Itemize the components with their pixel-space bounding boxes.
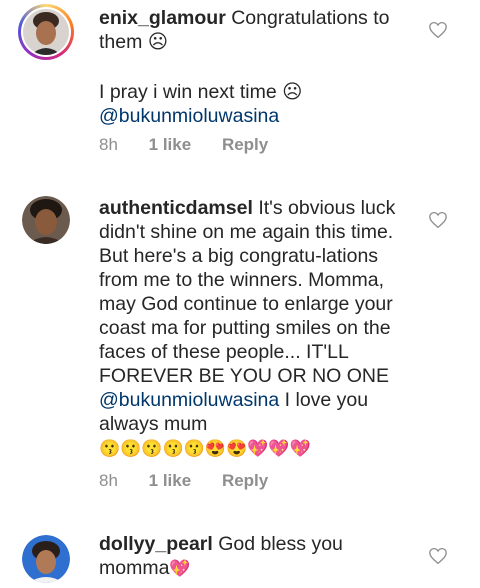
avatar[interactable] <box>18 4 74 60</box>
comment-text: authenticdamsel It's obvious luck didn't… <box>99 196 417 460</box>
heart-outline-icon[interactable] <box>428 21 448 39</box>
avatar[interactable] <box>22 196 70 244</box>
emoji: 💖 <box>169 559 191 578</box>
emoji-string: 😗😗😗😗😗😍😍💖💖💖 <box>99 439 311 458</box>
comment-meta: 8h 1 like Reply <box>99 471 294 491</box>
timestamp: 8h <box>99 471 118 490</box>
comment-body-line: I pray i win next time ☹ <box>99 81 303 103</box>
username[interactable]: enix_glamour <box>99 7 226 29</box>
avatar[interactable] <box>22 535 70 583</box>
avatar-image <box>23 9 69 55</box>
comment-text: enix_glamour Congratulations to them ☹ I… <box>99 6 417 128</box>
reply-button[interactable]: Reply <box>222 471 268 491</box>
mention-link[interactable]: @bukunmioluwasina <box>99 104 417 128</box>
comment-meta: 8h 1 like Reply <box>99 135 294 155</box>
likes-count[interactable]: 1 like <box>149 471 192 491</box>
mention-link[interactable]: @bukunmioluwasina <box>99 389 279 411</box>
heart-outline-icon[interactable] <box>428 547 448 565</box>
avatar-image <box>22 535 70 583</box>
reply-button[interactable]: Reply <box>222 135 268 155</box>
username[interactable]: dollyy_pearl <box>99 533 213 555</box>
timestamp: 8h <box>99 135 118 154</box>
comment-text: dollyy_pearl God bless you momma💖 <box>99 532 417 580</box>
likes-count[interactable]: 1 like <box>149 135 192 155</box>
comment-body: It's obvious luck didn't shine on me aga… <box>99 197 396 387</box>
avatar-image <box>22 196 70 244</box>
heart-outline-icon[interactable] <box>428 211 448 229</box>
username[interactable]: authenticdamsel <box>99 197 253 219</box>
